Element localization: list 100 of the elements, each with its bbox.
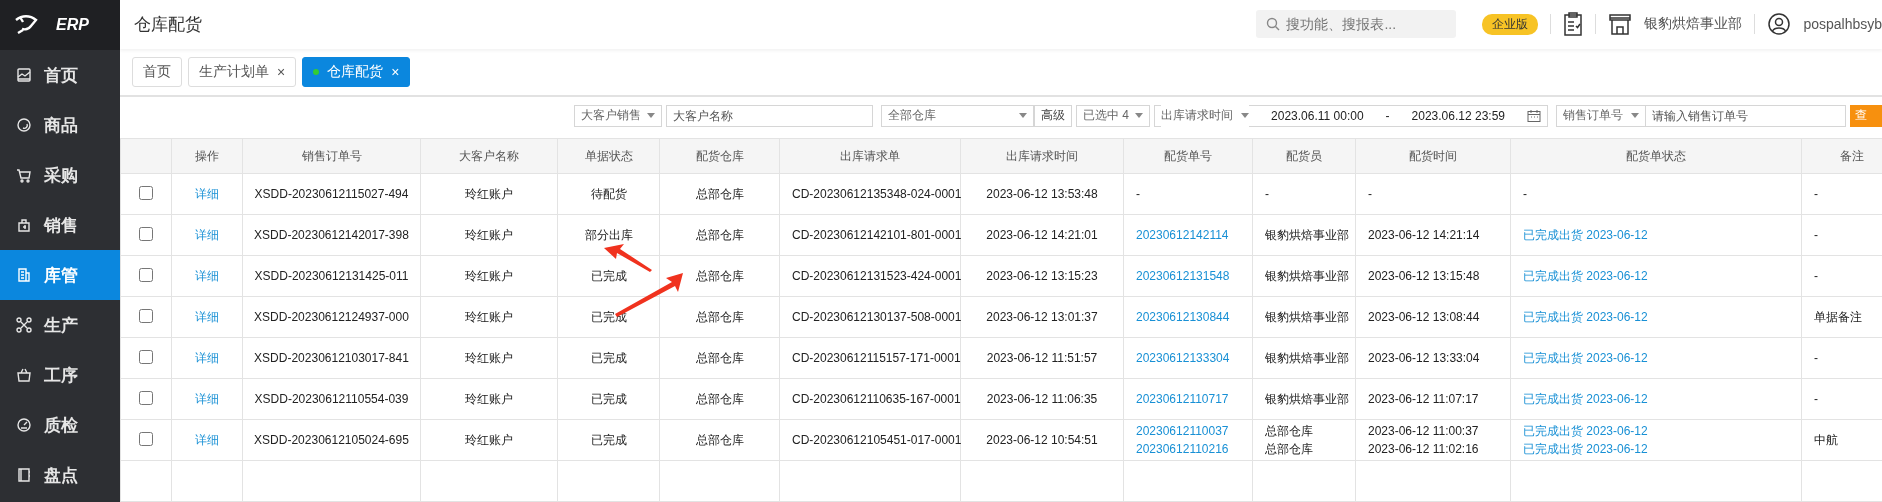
- order-no-input[interactable]: 请输入销售订单号: [1646, 104, 1846, 127]
- table-cell-text: 玲红账户: [465, 350, 513, 365]
- column-header: 出库请求时间: [1006, 148, 1078, 163]
- table-cell-text: 2023-06-12 13:08:44: [1368, 309, 1481, 326]
- table-cell-text: 2023-06-12 13:33:04: [1368, 350, 1481, 367]
- table-cell-text: 总部仓库: [695, 391, 744, 406]
- column-header: 单据状态: [584, 148, 633, 163]
- table-cell-text: -: [1136, 186, 1141, 203]
- sidebar-item[interactable]: 首页: [0, 50, 120, 100]
- home-icon: [16, 67, 32, 83]
- column-header: 配货时间: [1409, 148, 1457, 163]
- close-icon[interactable]: ×: [277, 63, 286, 80]
- detail-link[interactable]: 详细: [195, 391, 219, 406]
- table-cell-text: 2023-06-12 11:51:57: [986, 351, 1098, 365]
- sidebar-item[interactable]: 销售: [0, 200, 120, 250]
- detail-link[interactable]: 详细: [195, 350, 219, 365]
- table-cell-text: XSDD-20230612115027-494: [254, 187, 409, 201]
- row-checkbox[interactable]: [139, 267, 153, 282]
- no-link[interactable]: 20230612110037: [1136, 422, 1252, 440]
- page-tab[interactable]: 首页: [132, 56, 182, 87]
- table-cell-text: 待配货: [590, 186, 627, 201]
- page-tab[interactable]: 仓库配货 ×: [302, 56, 411, 87]
- table-cell-text: 中航: [1814, 432, 1838, 447]
- table-cell-text: CD-20230612135348-024-0001: [792, 187, 962, 201]
- table-cell-text: XSDD-20230612105024-695: [254, 433, 409, 447]
- store-icon[interactable]: [1608, 13, 1633, 36]
- sidebar-item[interactable]: 工序: [0, 350, 120, 400]
- date-separator: -: [1385, 108, 1390, 123]
- table-cell-text: -: [1814, 269, 1818, 283]
- gauge-icon: [16, 417, 32, 433]
- column-header: 销售订单号: [301, 148, 362, 163]
- edition-badge: 企业版: [1482, 13, 1539, 35]
- table-cell-text: 2023-06-12 11:06:35: [986, 392, 1098, 406]
- no-link[interactable]: 20230612110216: [1136, 440, 1252, 458]
- date-range-field[interactable]: 出库请求时间 2023.06.11 00:00 - 2023.06.12 23:59: [1154, 104, 1548, 127]
- table-cell-text: 玲红账户: [465, 309, 513, 324]
- table-cell-text: 银豹烘焙事业部: [1265, 309, 1350, 326]
- query-button[interactable]: 查: [1850, 104, 1882, 127]
- cart-icon: [16, 167, 32, 183]
- search-field[interactable]: 搜功能、搜报表...: [1256, 10, 1457, 39]
- table-cell-text: 单据备注: [1814, 309, 1862, 324]
- search-icon: [1266, 17, 1281, 32]
- status-link[interactable]: 已完成出货 2023-06-12: [1523, 440, 1801, 458]
- document-icon: [16, 267, 32, 283]
- column-header: 操作: [195, 148, 219, 163]
- column-header: 配货员: [1286, 148, 1322, 163]
- row-checkbox[interactable]: [139, 431, 153, 446]
- advanced-button[interactable]: 高级: [1034, 104, 1073, 127]
- calendar-icon[interactable]: [1527, 109, 1541, 122]
- table-cell-text: XSDD-20230612103017-841: [254, 351, 409, 365]
- table-cell-text: 总部仓库: [1265, 441, 1314, 458]
- customer-type-select[interactable]: 大客户销售: [574, 104, 663, 127]
- detail-link[interactable]: 详细: [195, 432, 219, 447]
- detail-link[interactable]: 详细: [195, 268, 219, 283]
- table-cell-text: 总部仓库: [695, 309, 744, 324]
- detail-link[interactable]: 详细: [195, 186, 219, 201]
- store-name[interactable]: 银豹烘焙事业部: [1644, 15, 1743, 34]
- active-dot-icon: [313, 68, 320, 75]
- warehouse-select[interactable]: 全部仓库: [881, 104, 1035, 127]
- order-type-select[interactable]: 销售订单号: [1556, 104, 1646, 127]
- row-checkbox[interactable]: [139, 349, 153, 364]
- table-cell-text: 2023-06-12 13:15:23: [986, 269, 1098, 283]
- customer-name-input[interactable]: 大客户名称: [666, 104, 874, 127]
- time-type-select[interactable]: 出库请求时间: [1161, 104, 1250, 127]
- selected-count-select[interactable]: 已选中 4: [1076, 104, 1151, 127]
- sidebar-item[interactable]: 质检: [0, 400, 120, 450]
- table-cell-text: -: [1814, 187, 1818, 201]
- table-cell-text: 部分出库: [584, 227, 633, 242]
- table-cell-text: 2023-06-12 11:00:37: [1368, 423, 1480, 440]
- table-cell-text: 2023-06-12 11:02:16: [1368, 441, 1480, 458]
- table-cell-text: CD-20230612105451-017-0001: [792, 433, 962, 447]
- book-icon: [16, 467, 32, 483]
- row-checkbox[interactable]: [139, 308, 153, 323]
- detail-link[interactable]: 详细: [195, 227, 219, 242]
- status-link[interactable]: 已完成出货 2023-06-12: [1523, 422, 1801, 440]
- sidebar-item[interactable]: 采购: [0, 150, 120, 200]
- table-cell-text: 已完成: [590, 350, 627, 365]
- page-title: 仓库配货: [134, 13, 202, 36]
- row-checkbox[interactable]: [139, 226, 153, 241]
- sidebar-item[interactable]: 生产: [0, 300, 120, 350]
- sidebar-item[interactable]: 商品: [0, 100, 120, 150]
- table-cell-text: -: [1368, 186, 1373, 203]
- table-cell-text: CD-20230612115157-171-0001: [792, 351, 961, 365]
- page-tab[interactable]: 生产计划单 ×: [188, 56, 297, 87]
- sidebar-item[interactable]: 盘点: [0, 450, 120, 500]
- detail-link[interactable]: 详细: [195, 309, 219, 324]
- column-header: 配货单号: [1164, 148, 1212, 163]
- sidebar-item[interactable]: 库管: [0, 250, 120, 300]
- row-checkbox[interactable]: [139, 390, 153, 405]
- user-avatar-icon[interactable]: [1767, 12, 1792, 37]
- column-header: 备注: [1839, 148, 1864, 163]
- close-icon[interactable]: ×: [391, 63, 400, 80]
- table-cell-text: -: [1523, 186, 1528, 203]
- row-checkbox[interactable]: [139, 185, 153, 200]
- clipboard-icon[interactable]: [1563, 12, 1584, 37]
- table-cell-text: -: [1814, 392, 1818, 406]
- user-name[interactable]: pospalhbsyb: [1803, 16, 1882, 33]
- table-cell-text: 已完成: [590, 432, 627, 447]
- bag-icon: [16, 217, 32, 233]
- basket-icon: [16, 367, 32, 383]
